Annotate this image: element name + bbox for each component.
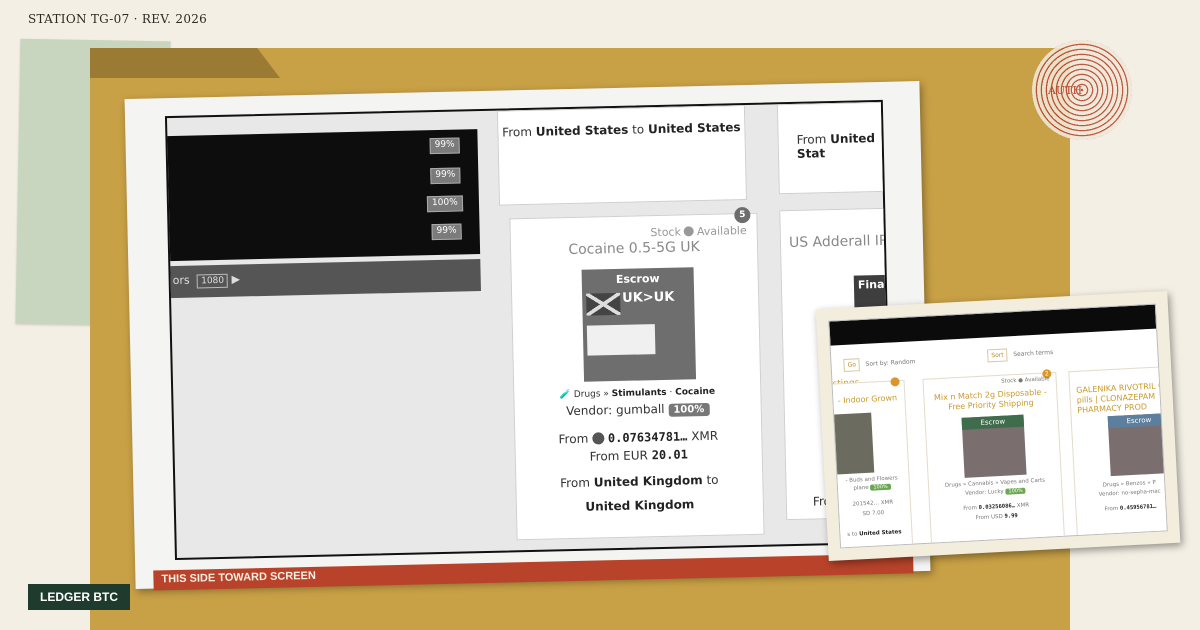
listing-badge [890,377,900,387]
screenshot-screen: 99% 99% 100% 99% ors 1080 ▶ From United … [164,99,893,561]
listing-card[interactable]: 5 Stock Available Cocaine 0.5-5G UK Escro… [509,206,765,541]
ship-route: From United Stat [796,131,876,161]
listing-image[interactable]: Escrow [961,414,1027,478]
listing-badge: 5 [734,206,751,224]
inset-photo: Go Sort by: Random Sort Search terms sti… [815,290,1181,562]
price-fiat: From EUR 20.01 [589,447,689,464]
escrow-label: Escrow [615,271,660,286]
product-bag [586,324,656,356]
listing-title[interactable]: - Indoor Grown [830,393,904,407]
vendor-score-badge: 100% [668,402,710,417]
vendor-row: plane 100% [835,483,909,493]
ship-route: s to United States [847,529,902,539]
top-bar [829,304,1157,346]
listing-image[interactable]: Escrow [1107,413,1168,477]
listing-title[interactable]: Mix n Match 2g Disposable - Free Priorit… [924,387,1057,414]
inset-listing-card[interactable]: GALENIKA RIVOTRIL 0 pills | CLONAZEPAM P… [1068,365,1168,542]
price-xmr: From 0.07634781… XMR [558,428,719,447]
price-xmr: From 0.45956781… [1104,503,1157,513]
price-fiat: SD 7.00 [862,510,885,518]
video-controls: ors 1080 ▶ [164,259,481,299]
price-fiat: From USD 9.99 [975,513,1018,522]
listing-title[interactable]: GALENIKA RIVOTRIL 0 pills | CLONAZEPAM P… [1070,381,1168,417]
listing-image[interactable] [831,412,875,475]
ledger-sticker: LEDGER BTC [28,584,130,610]
sort-button[interactable]: Sort [986,348,1008,363]
ship-destination: United Kingdom [585,497,695,514]
play-icon[interactable]: ▶ [231,273,240,286]
breadcrumb: 🧪 Drugs » Stimulants · Cocaine [559,386,716,401]
image-text: UK>UK [622,289,675,306]
listing-card[interactable]: From United Stat [776,101,893,195]
listing-title[interactable]: Cocaine 0.5-5G UK [511,238,757,260]
quality-badge[interactable]: 99% [429,137,460,155]
inset-screen: Go Sort by: Random Sort Search terms sti… [828,303,1168,549]
inset-listing-card[interactable]: - Indoor Grown - Buds and Flowers plane … [828,377,914,549]
vendor-link[interactable]: gumball [616,402,665,417]
search-input[interactable]: Search terms [1013,349,1053,358]
ship-route: From United States to United States [502,120,741,140]
sort-select[interactable]: Sort by: Random [865,358,915,368]
price-xmr: 201542… XMR [852,499,894,508]
stock-dot-icon [683,226,695,237]
go-button[interactable]: Go [843,358,861,372]
category-icon: 🧪 [559,390,572,401]
stock-status: Stock Available [650,224,747,240]
listing-card[interactable]: From United States to United States [496,105,747,206]
seal-text: AUTH [1047,84,1083,97]
controls-text: ors [172,273,190,288]
video-player[interactable]: 99% 99% 100% 99% [164,129,481,262]
hd-badge[interactable]: 1080 [197,273,229,289]
station-label: STATION TG-07 · REV. 2026 [28,12,208,26]
quality-badge[interactable]: 100% [426,195,463,213]
listing-image[interactable]: Escrow UK>UK [581,267,697,382]
listing-title[interactable]: US Adderall IR 3 [781,232,893,251]
quality-badge[interactable]: 99% [431,223,462,241]
escrow-label: Escrow [1107,413,1168,429]
ship-route: From United Kingdom to [560,472,719,491]
stock-status: Stock ● Available [1001,376,1050,385]
vendor-row: Vendor: gumball 100% [515,400,761,421]
folder-tab [90,48,280,78]
inset-listing-card[interactable]: 2 Stock ● Available Mix n Match 2g Dispo… [922,369,1066,549]
uk-flag-icon [586,292,621,316]
quality-badge[interactable]: 99% [430,167,461,185]
monero-icon [591,432,605,445]
main-photo: 99% 99% 100% 99% ors 1080 ▶ From United … [124,81,931,591]
escrow-label: Escrow [961,414,1025,430]
